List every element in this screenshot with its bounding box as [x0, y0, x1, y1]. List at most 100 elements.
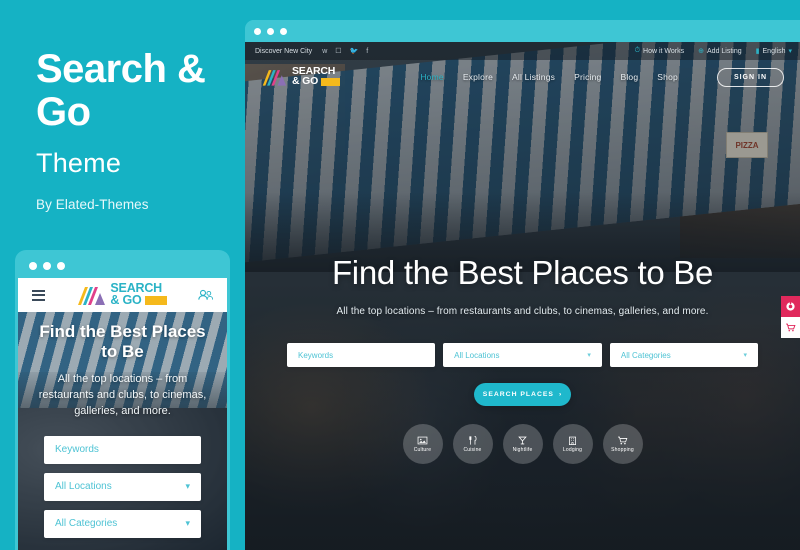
logo-yellow-block	[321, 77, 341, 86]
hero-subtitle: All the top locations – from restaurants…	[336, 306, 709, 317]
category-shortcuts: Culture Cuisine Nightlife Lodging Shoppi…	[245, 424, 800, 464]
sign-in-button[interactable]: SIGN IN	[716, 67, 784, 87]
envato-circle-icon	[786, 301, 795, 311]
category-cuisine[interactable]: Cuisine	[452, 424, 493, 464]
mobile-viewport: SEARCH & GO Find the Best Places to Be A…	[18, 278, 227, 550]
category-cuisine-label: Cuisine	[463, 447, 482, 453]
main-navigation: SEARCH & GO Home Explore All Listings Pr…	[245, 60, 800, 94]
category-culture-label: Culture	[413, 447, 432, 453]
nav-item-blog[interactable]: Blog	[620, 72, 638, 82]
page-title: Search & Go	[36, 47, 245, 135]
nav-item-pricing[interactable]: Pricing	[574, 72, 601, 82]
desktop-viewport: PIZZA Discover New City w ☐ 🐦 f ⏱ How it…	[245, 42, 800, 550]
categories-value: All Categories	[620, 350, 671, 360]
window-dot-maximize	[57, 261, 65, 270]
mobile-hero: Find the Best Places to Be All the top l…	[18, 312, 227, 550]
mobile-categories-select[interactable]: All Categories ▾	[44, 509, 201, 538]
top-bar-tagline: Discover New City	[255, 47, 313, 55]
mobile-search-form: Keywords All Locations ▾ All Categories …	[36, 435, 209, 538]
top-bar-left: Discover New City w ☐ 🐦 f	[255, 47, 368, 56]
theme-title-line2: Go	[36, 90, 91, 135]
window-dot-close	[254, 27, 261, 35]
mobile-hero-title: Find the Best Places to Be	[39, 322, 206, 362]
nav-item-shop[interactable]: Shop	[657, 72, 678, 82]
desktop-preview-frame: PIZZA Discover New City w ☐ 🐦 f ⏱ How it…	[245, 20, 800, 550]
social-links: w ☐ 🐦 f	[322, 47, 368, 56]
shopping-cart-icon	[786, 323, 796, 332]
mobile-categories-value: All Categories	[55, 518, 118, 530]
left-intro-panel: Search & Go Theme By Elated-Themes SEARC…	[0, 0, 245, 550]
category-lodging-label: Lodging	[562, 447, 583, 453]
cutlery-icon	[469, 435, 477, 445]
categories-select[interactable]: All Categories ▾	[609, 343, 758, 367]
mobile-logo-line2: & GO	[110, 293, 142, 307]
how-it-works-label: How it Works	[643, 47, 685, 55]
mobile-locations-select[interactable]: All Locations ▾	[44, 472, 201, 501]
logo-yellow-block	[144, 296, 167, 306]
mobile-locations-value: All Locations	[55, 481, 112, 493]
envato-button[interactable]	[781, 296, 800, 317]
language-selector[interactable]: ▮ English ▾	[755, 47, 792, 56]
search-form: Keywords All Locations ▾ All Categories …	[245, 343, 800, 367]
users-icon[interactable]	[198, 289, 213, 301]
picture-frame-icon	[417, 436, 428, 445]
mobile-preview-frame: SEARCH & GO Find the Best Places to Be A…	[15, 250, 230, 550]
window-dot-minimize	[43, 261, 51, 270]
category-lodging[interactable]: Lodging	[552, 424, 593, 464]
window-dot-maximize	[280, 27, 287, 35]
nav-item-explore[interactable]: Explore	[463, 72, 493, 82]
vimeo-icon[interactable]: w	[322, 48, 327, 55]
cart-button[interactable]	[781, 317, 800, 338]
desktop-browser-chrome	[245, 20, 800, 42]
keywords-input[interactable]: Keywords	[287, 343, 436, 367]
category-shopping[interactable]: Shopping	[602, 424, 643, 464]
top-bar: Discover New City w ☐ 🐦 f ⏱ How it Works…	[245, 42, 800, 60]
fan-logo-icon	[78, 287, 106, 305]
twitter-icon[interactable]: 🐦	[350, 47, 359, 55]
shopping-cart-icon	[618, 436, 628, 445]
chevron-down-icon: ▾	[743, 352, 747, 359]
floating-side-buttons	[781, 296, 800, 338]
window-dot-minimize	[267, 27, 274, 35]
locations-value: All Locations	[454, 350, 500, 360]
theme-author: By Elated-Themes	[36, 197, 149, 213]
search-places-button[interactable]: SEARCH PLACES ›	[474, 383, 571, 406]
instagram-icon[interactable]: ☐	[335, 47, 341, 55]
site-logo[interactable]: SEARCH & GO	[261, 66, 341, 87]
arrow-right-icon: ›	[558, 391, 563, 398]
fan-logo-icon	[262, 70, 287, 86]
add-listing-label: Add Listing	[707, 47, 742, 55]
chevron-down-icon: ▾	[788, 48, 792, 55]
top-bar-right: ⏱ How it Works ⊕ Add Listing ▮ English ▾	[635, 47, 792, 55]
locations-select[interactable]: All Locations ▾	[443, 343, 602, 367]
logo-line2: & GO	[292, 75, 319, 87]
category-culture[interactable]: Culture	[402, 424, 443, 464]
how-it-works-link[interactable]: ⏱ How it Works	[635, 47, 685, 55]
mobile-browser-chrome	[18, 253, 227, 278]
theme-title-line1: Search &	[36, 47, 206, 91]
title-block: Search & Go Theme By Elated-Themes	[0, 0, 245, 212]
search-places-label: SEARCH PLACES	[482, 391, 554, 398]
category-nightlife-label: Nightlife	[512, 447, 533, 453]
mobile-hero-content: Find the Best Places to Be All the top l…	[18, 312, 227, 538]
mobile-logo[interactable]: SEARCH & GO	[76, 282, 167, 307]
mobile-keywords-input[interactable]: Keywords	[44, 435, 201, 464]
chevron-down-icon: ▾	[587, 352, 591, 359]
mobile-keywords-placeholder: Keywords	[55, 444, 99, 456]
nav-item-home[interactable]: Home	[420, 72, 443, 82]
keywords-placeholder: Keywords	[298, 350, 334, 360]
category-shopping-label: Shopping	[611, 447, 634, 453]
category-nightlife[interactable]: Nightlife	[502, 424, 543, 464]
theme-subtitle: Theme	[36, 148, 122, 179]
hamburger-icon[interactable]	[32, 289, 45, 301]
hero-title: Find the Best Places to Be	[331, 254, 714, 291]
building-icon	[569, 436, 576, 446]
nav-item-all-listings[interactable]: All Listings	[512, 72, 555, 82]
cocktail-icon	[518, 436, 527, 445]
window-dot-close	[29, 261, 37, 270]
nav-menu: Home Explore All Listings Pricing Blog S…	[420, 67, 784, 87]
clock-icon: ⏱	[634, 47, 641, 54]
flag-icon: ▮	[755, 48, 760, 55]
facebook-icon[interactable]: f	[366, 48, 368, 55]
add-listing-link[interactable]: ⊕ Add Listing	[698, 47, 742, 56]
